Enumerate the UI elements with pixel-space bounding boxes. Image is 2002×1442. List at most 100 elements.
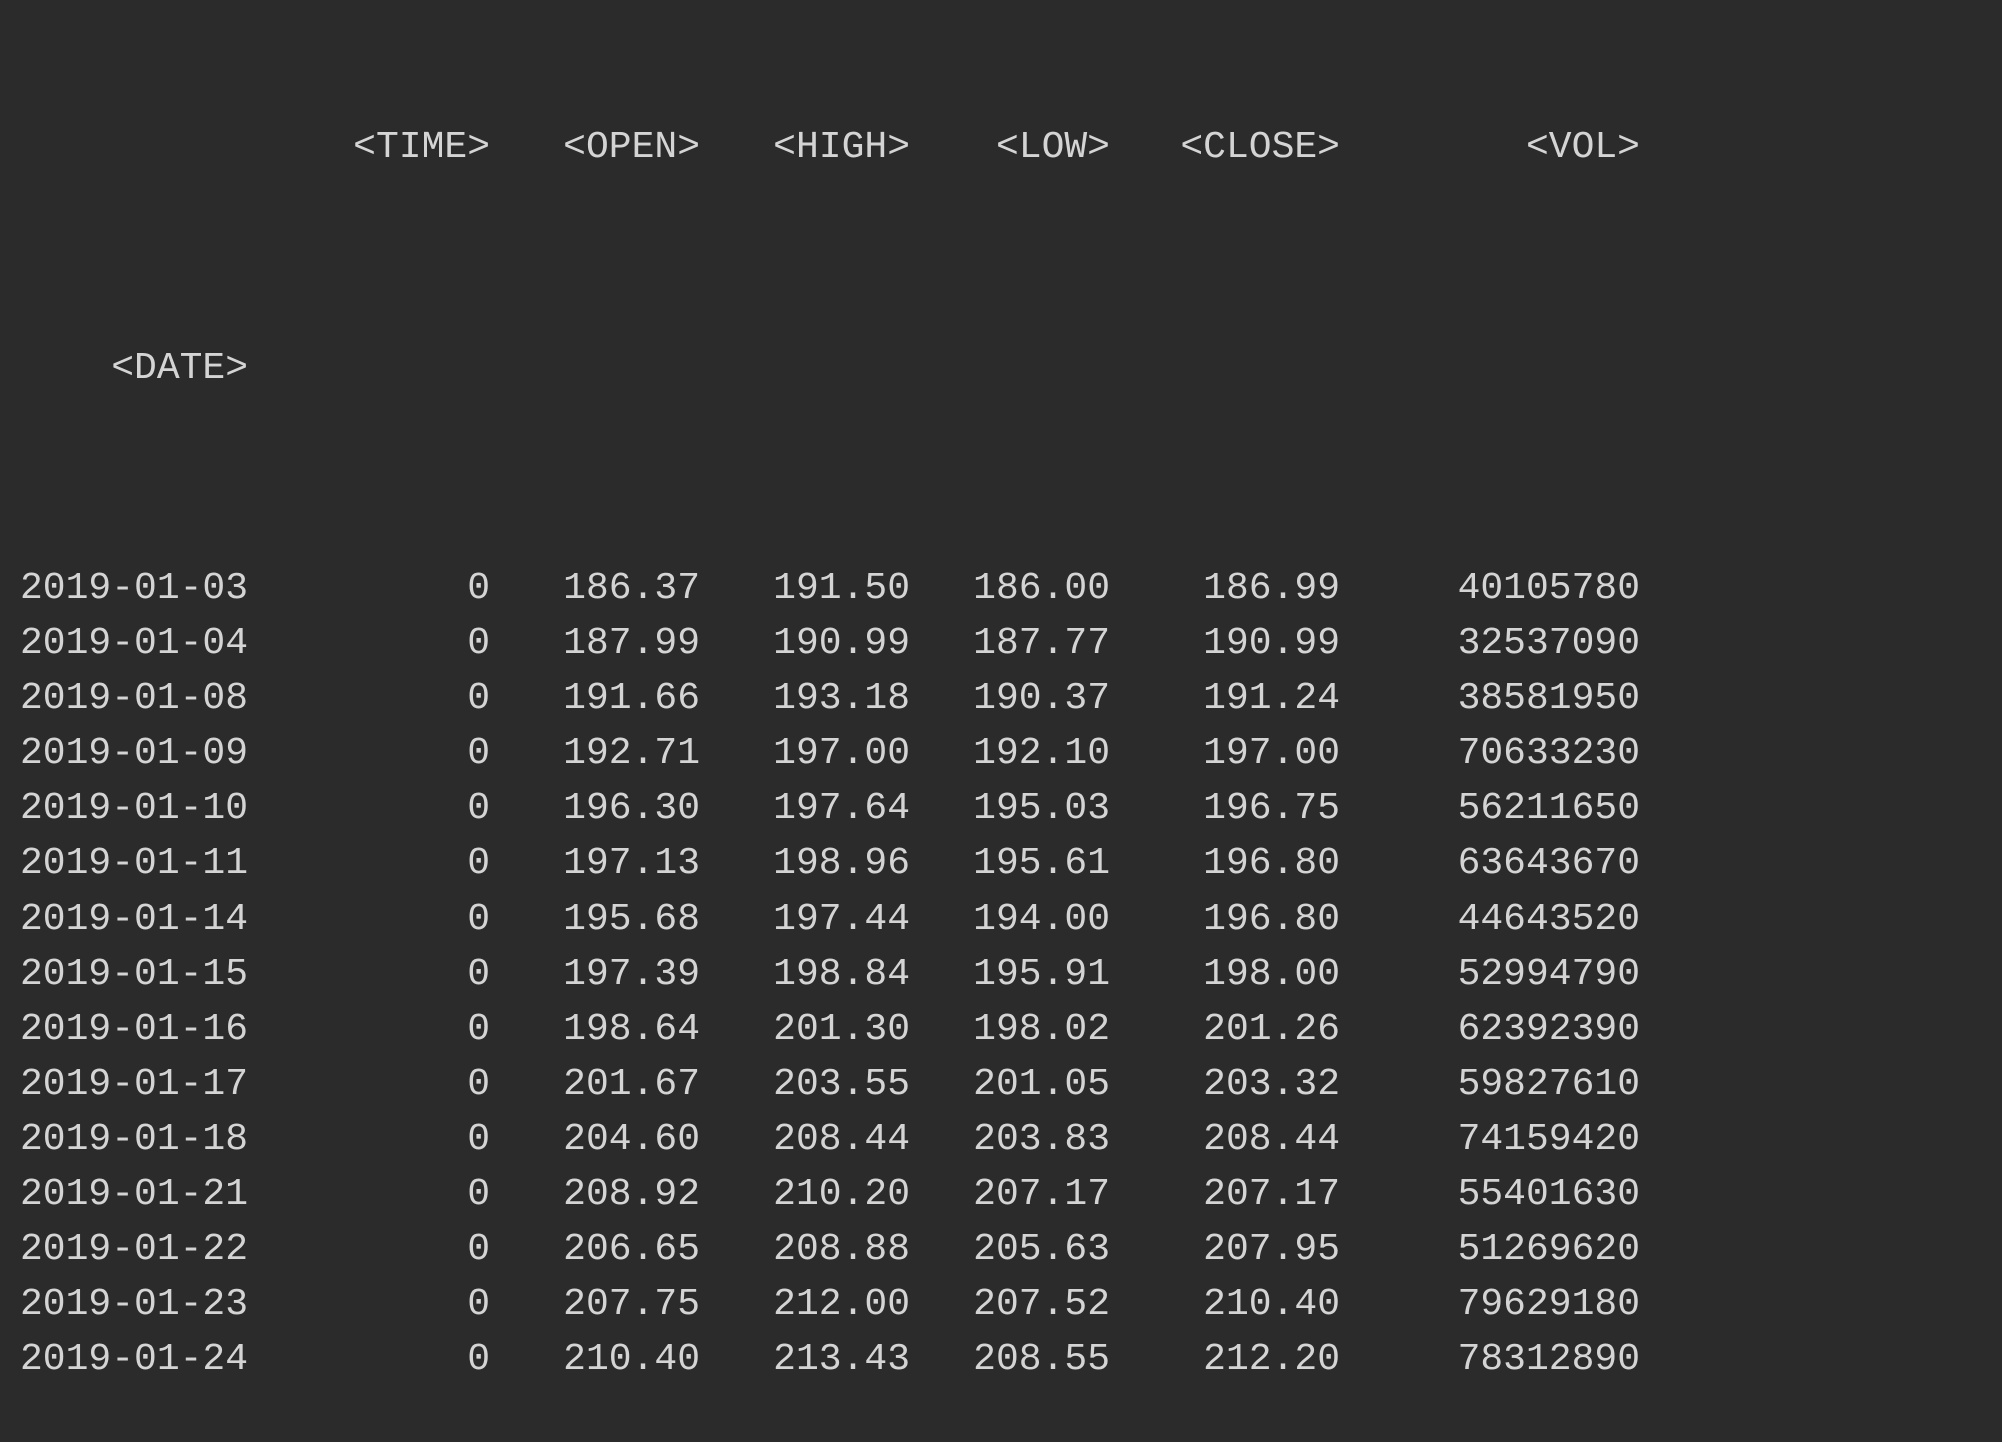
cell-low: 207.17 bbox=[930, 1167, 1130, 1222]
cell-date: 2019-01-10 bbox=[20, 781, 300, 836]
cell-open: 192.71 bbox=[510, 726, 720, 781]
cell-date: 2019-01-18 bbox=[20, 1112, 300, 1167]
cell-time: 0 bbox=[300, 1167, 510, 1222]
cell-close: 196.75 bbox=[1130, 781, 1360, 836]
cell-low: 203.83 bbox=[930, 1112, 1130, 1167]
cell-vol: 79629180 bbox=[1360, 1277, 1660, 1332]
cell-close: 203.32 bbox=[1130, 1057, 1360, 1112]
cell-vol: 40105780 bbox=[1360, 561, 1660, 616]
cell-close: 186.99 bbox=[1130, 561, 1360, 616]
cell-open: 201.67 bbox=[510, 1057, 720, 1112]
table-row: 2019-01-180204.60208.44203.83208.4474159… bbox=[20, 1112, 1982, 1167]
cell-high: 201.30 bbox=[720, 1002, 930, 1057]
table-header-row: <TIME> <OPEN> <HIGH> <LOW> <CLOSE> <VOL> bbox=[20, 120, 1982, 175]
cell-date: 2019-01-09 bbox=[20, 726, 300, 781]
cell-time: 0 bbox=[300, 1332, 510, 1387]
cell-open: 187.99 bbox=[510, 616, 720, 671]
cell-high: 212.00 bbox=[720, 1277, 930, 1332]
cell-date: 2019-01-24 bbox=[20, 1332, 300, 1387]
cell-time: 0 bbox=[300, 1112, 510, 1167]
index-label: <DATE> bbox=[111, 347, 268, 390]
cell-vol: 38581950 bbox=[1360, 671, 1660, 726]
cell-open: 197.13 bbox=[510, 836, 720, 891]
cell-low: 192.10 bbox=[930, 726, 1130, 781]
cell-date: 2019-01-11 bbox=[20, 836, 300, 891]
table-row: 2019-01-040187.99190.99187.77190.9932537… bbox=[20, 616, 1982, 671]
cell-open: 210.40 bbox=[510, 1332, 720, 1387]
cell-close: 198.00 bbox=[1130, 947, 1360, 1002]
cell-open: 208.92 bbox=[510, 1167, 720, 1222]
cell-high: 197.64 bbox=[720, 781, 930, 836]
cell-time: 0 bbox=[300, 726, 510, 781]
cell-open: 204.60 bbox=[510, 1112, 720, 1167]
cell-date: 2019-01-14 bbox=[20, 892, 300, 947]
cell-time: 0 bbox=[300, 671, 510, 726]
table-row: 2019-01-080191.66193.18190.37191.2438581… bbox=[20, 671, 1982, 726]
cell-vol: 74159420 bbox=[1360, 1112, 1660, 1167]
cell-low: 207.52 bbox=[930, 1277, 1130, 1332]
cell-time: 0 bbox=[300, 1222, 510, 1277]
table-row: 2019-01-100196.30197.64195.03196.7556211… bbox=[20, 781, 1982, 836]
cell-open: 198.64 bbox=[510, 1002, 720, 1057]
table-row: 2019-01-030186.37191.50186.00186.9940105… bbox=[20, 561, 1982, 616]
column-header-vol: <VOL> bbox=[1360, 120, 1660, 175]
cell-time: 0 bbox=[300, 1002, 510, 1057]
cell-high: 198.96 bbox=[720, 836, 930, 891]
cell-close: 201.26 bbox=[1130, 1002, 1360, 1057]
cell-low: 194.00 bbox=[930, 892, 1130, 947]
header-blank bbox=[20, 120, 300, 175]
cell-vol: 44643520 bbox=[1360, 892, 1660, 947]
cell-open: 207.75 bbox=[510, 1277, 720, 1332]
cell-vol: 62392390 bbox=[1360, 1002, 1660, 1057]
cell-high: 191.50 bbox=[720, 561, 930, 616]
cell-high: 210.20 bbox=[720, 1167, 930, 1222]
cell-low: 195.61 bbox=[930, 836, 1130, 891]
cell-close: 210.40 bbox=[1130, 1277, 1360, 1332]
cell-low: 205.63 bbox=[930, 1222, 1130, 1277]
table-row: 2019-01-170201.67203.55201.05203.3259827… bbox=[20, 1057, 1982, 1112]
cell-low: 201.05 bbox=[930, 1057, 1130, 1112]
cell-high: 208.44 bbox=[720, 1112, 930, 1167]
cell-vol: 51269620 bbox=[1360, 1222, 1660, 1277]
cell-close: 207.17 bbox=[1130, 1167, 1360, 1222]
table-row: 2019-01-210208.92210.20207.17207.1755401… bbox=[20, 1167, 1982, 1222]
column-header-high: <HIGH> bbox=[720, 120, 930, 175]
cell-low: 195.03 bbox=[930, 781, 1130, 836]
cell-open: 191.66 bbox=[510, 671, 720, 726]
cell-high: 197.44 bbox=[720, 892, 930, 947]
column-header-close: <CLOSE> bbox=[1130, 120, 1360, 175]
cell-time: 0 bbox=[300, 781, 510, 836]
index-label-row: <DATE> bbox=[20, 285, 1982, 450]
cell-date: 2019-01-08 bbox=[20, 671, 300, 726]
cell-time: 0 bbox=[300, 1277, 510, 1332]
cell-high: 193.18 bbox=[720, 671, 930, 726]
cell-low: 187.77 bbox=[930, 616, 1130, 671]
cell-close: 196.80 bbox=[1130, 892, 1360, 947]
cell-low: 198.02 bbox=[930, 1002, 1130, 1057]
cell-date: 2019-01-03 bbox=[20, 561, 300, 616]
cell-time: 0 bbox=[300, 892, 510, 947]
cell-vol: 52994790 bbox=[1360, 947, 1660, 1002]
cell-open: 206.65 bbox=[510, 1222, 720, 1277]
cell-close: 208.44 bbox=[1130, 1112, 1360, 1167]
cell-low: 190.37 bbox=[930, 671, 1130, 726]
cell-open: 197.39 bbox=[510, 947, 720, 1002]
cell-vol: 78312890 bbox=[1360, 1332, 1660, 1387]
cell-close: 197.00 bbox=[1130, 726, 1360, 781]
cell-low: 208.55 bbox=[930, 1332, 1130, 1387]
cell-time: 0 bbox=[300, 561, 510, 616]
table-row: 2019-01-220206.65208.88205.63207.9551269… bbox=[20, 1222, 1982, 1277]
table-row: 2019-01-240210.40213.43208.55212.2078312… bbox=[20, 1332, 1982, 1387]
cell-time: 0 bbox=[300, 616, 510, 671]
table-row: 2019-01-110197.13198.96195.61196.8063643… bbox=[20, 836, 1982, 891]
cell-high: 213.43 bbox=[720, 1332, 930, 1387]
cell-time: 0 bbox=[300, 836, 510, 891]
cell-date: 2019-01-16 bbox=[20, 1002, 300, 1057]
cell-time: 0 bbox=[300, 1057, 510, 1112]
cell-vol: 55401630 bbox=[1360, 1167, 1660, 1222]
cell-date: 2019-01-04 bbox=[20, 616, 300, 671]
column-header-open: <OPEN> bbox=[510, 120, 720, 175]
cell-date: 2019-01-21 bbox=[20, 1167, 300, 1222]
cell-vol: 32537090 bbox=[1360, 616, 1660, 671]
cell-date: 2019-01-23 bbox=[20, 1277, 300, 1332]
